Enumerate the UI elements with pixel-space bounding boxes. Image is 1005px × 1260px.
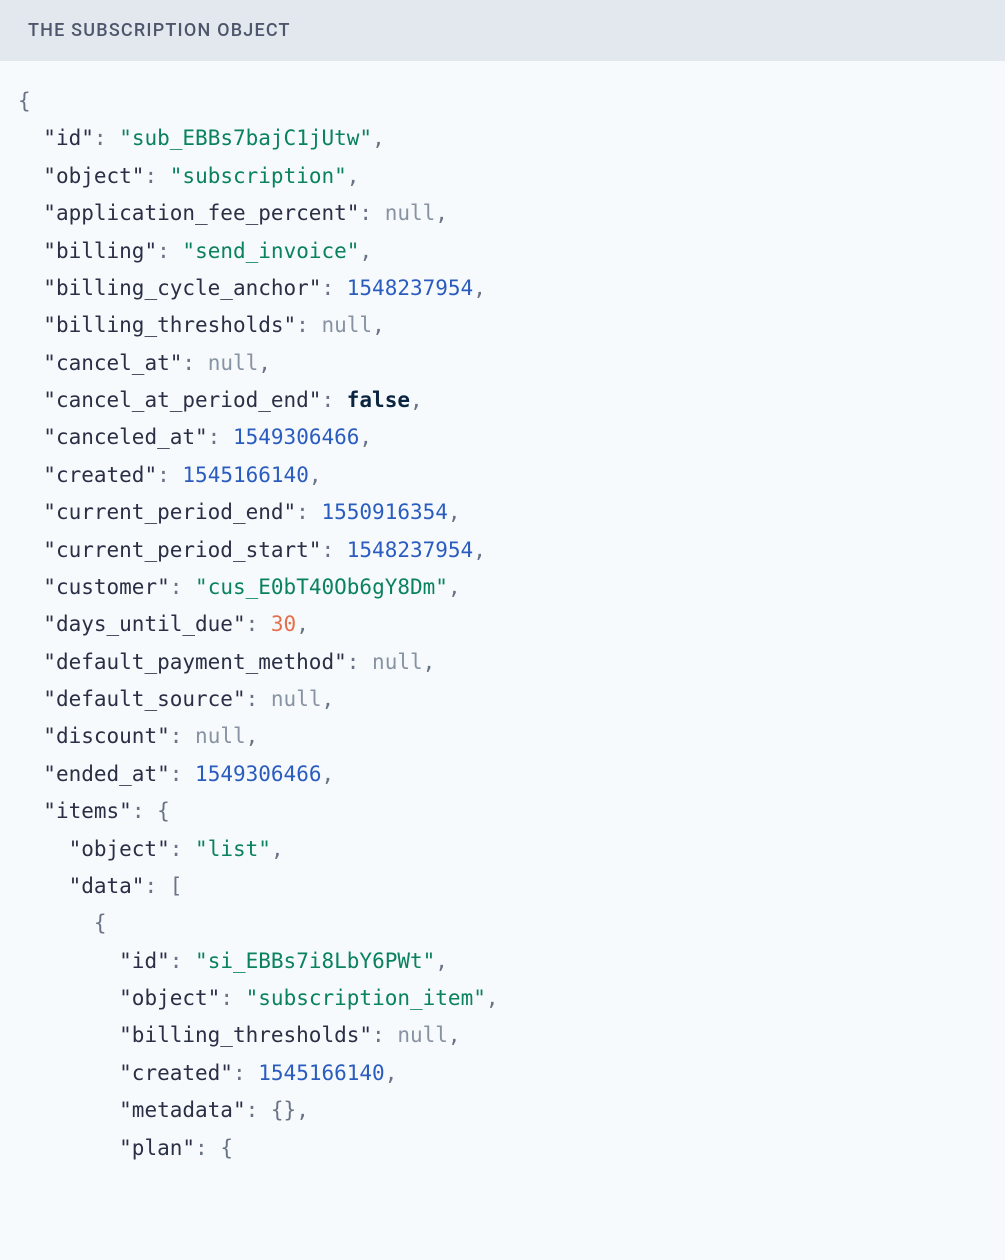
json-canceled-at: 1549306466: [233, 425, 359, 449]
json-default-payment-method: null: [372, 650, 423, 674]
json-billing-cycle-anchor: 1548237954: [347, 276, 473, 300]
json-code-block: { "id": "sub_EBBs7bajC1jUtw", "object": …: [0, 61, 1005, 1167]
json-ended-at: 1549306466: [195, 762, 321, 786]
json-customer: cus_E0bT40Ob6gY8Dm: [208, 575, 436, 599]
panel-header: THE SUBSCRIPTION OBJECT: [0, 0, 1005, 61]
json-current-period-end: 1550916354: [321, 500, 447, 524]
json-application-fee-percent: null: [385, 201, 436, 225]
json-item-id: si_EBBs7i8LbY6PWt: [208, 949, 423, 973]
json-default-source: null: [271, 687, 322, 711]
json-current-period-start: 1548237954: [347, 538, 473, 562]
json-days-until-due: 30: [271, 612, 296, 636]
json-billing-thresholds: null: [321, 313, 372, 337]
json-item-created: 1545166140: [258, 1061, 384, 1085]
json-items-object: list: [208, 837, 259, 861]
panel-title: THE SUBSCRIPTION OBJECT: [28, 20, 291, 41]
json-discount: null: [195, 724, 246, 748]
json-item-billing-thresholds: null: [397, 1023, 448, 1047]
json-cancel-at: null: [208, 351, 259, 375]
json-created: 1545166140: [182, 463, 308, 487]
json-object: subscription: [182, 164, 334, 188]
json-item-object: subscription_item: [258, 986, 473, 1010]
json-billing: send_invoice: [195, 239, 347, 263]
json-cancel-at-period-end: false: [347, 388, 410, 412]
json-id: sub_EBBs7bajC1jUtw: [132, 126, 360, 150]
